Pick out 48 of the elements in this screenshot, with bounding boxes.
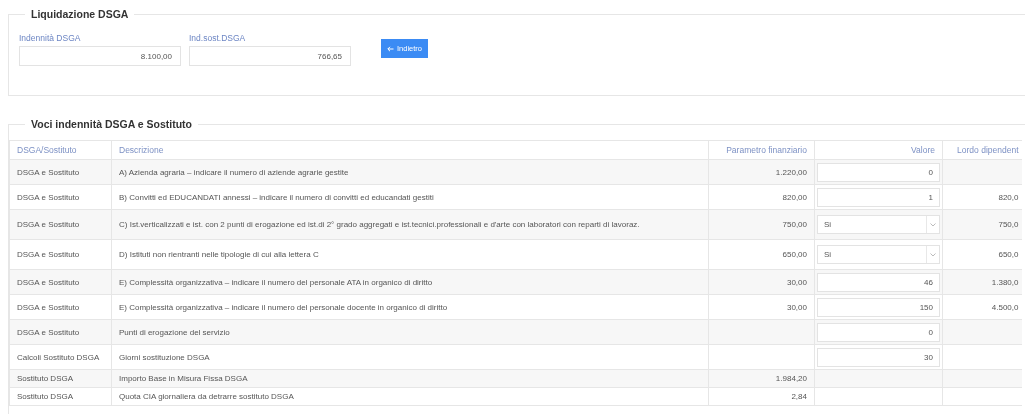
table-cell: C) Ist.verticalizzati e ist. con 2 punti di erogazione ed ist.di 2° grado aggregati e ist.tecnici.professionali e d'arte con laboratori con reparti di lavoraz. [111, 209, 709, 240]
column-header: Lordo dipendent [942, 140, 1022, 160]
table-cell: 650,00 [708, 239, 815, 270]
field-label: Ind.sost.DSGA [189, 33, 247, 43]
table-cell: B) Convitti ed EDUCANDATI annessi – indicare il numero di convitti ed educandati gestiti [111, 184, 709, 210]
table-cell: A) Azienda agraria – indicare il numero di aziende agrarie gestite [111, 159, 709, 185]
table-cell: Punti di erogazione del servizio [111, 319, 709, 345]
value-input[interactable]: 30 [817, 347, 940, 367]
table-cell: E) Complessità organizzativa – indicare il numero del personale docente in organico di diritto [111, 294, 709, 320]
section-title: Voci indennità DSGA e Sostituto [25, 117, 198, 131]
chevron-down-icon [930, 252, 936, 257]
table-cell: 30,00 [708, 294, 815, 320]
table-cell: E) Complessità organizzativa – indicare il numero del personale ATA in organico di diritto [111, 269, 709, 295]
column-header: DSGA/Sostituto [9, 140, 112, 160]
table-cell: 750,0 [942, 209, 1022, 240]
table-cell: 2,84 [708, 387, 815, 406]
column-header: Parametro finanziario [708, 140, 815, 160]
table-cell: 1.220,00 [708, 159, 815, 185]
table-cell: DSGA e Sostituto [9, 269, 112, 295]
table-cell: D) Istituti non rientranti nelle tipologie di cui alla lettera C [111, 239, 709, 270]
table-cell: DSGA e Sostituto [9, 184, 112, 210]
column-header: Descrizione [111, 140, 709, 160]
amount-field[interactable]: 8.100,00 [19, 46, 181, 66]
value-input[interactable]: 0 [817, 162, 940, 182]
table-cell: Calcoli Sostituto DSGA [9, 344, 112, 370]
table-cell: 820,00 [708, 184, 815, 210]
chevron-down-icon [930, 222, 936, 227]
table-cell: Quota CIA giornaliera da detrarre sostituto DSGA [111, 387, 709, 406]
table-cell: DSGA e Sostituto [9, 319, 112, 345]
amount-field[interactable]: 766,65 [189, 46, 351, 66]
value-input[interactable]: 150 [817, 297, 940, 317]
table-cell: Sostituto DSGA [9, 387, 112, 406]
value-dropdown[interactable]: Si [817, 245, 940, 264]
table-cell: DSGA e Sostituto [9, 239, 112, 270]
table-cell: 750,00 [708, 209, 815, 240]
table-cell: DSGA e Sostituto [9, 294, 112, 320]
column-header: Valore [814, 140, 943, 160]
table-cell: Giorni sostituzione DSGA [111, 344, 709, 370]
value-dropdown[interactable]: Si [817, 215, 940, 234]
value-input[interactable]: 1 [817, 187, 940, 207]
arrow-left-icon [387, 45, 394, 52]
table-cell: DSGA e Sostituto [9, 209, 112, 240]
table-cell: DSGA e Sostituto [9, 159, 112, 185]
table-cell: 30,00 [708, 269, 815, 295]
value-input[interactable]: 0 [817, 322, 940, 342]
value-input[interactable]: 46 [817, 272, 940, 292]
field-label: Indennità DSGA [19, 33, 82, 43]
section-title: Liquidazione DSGA [25, 7, 135, 21]
